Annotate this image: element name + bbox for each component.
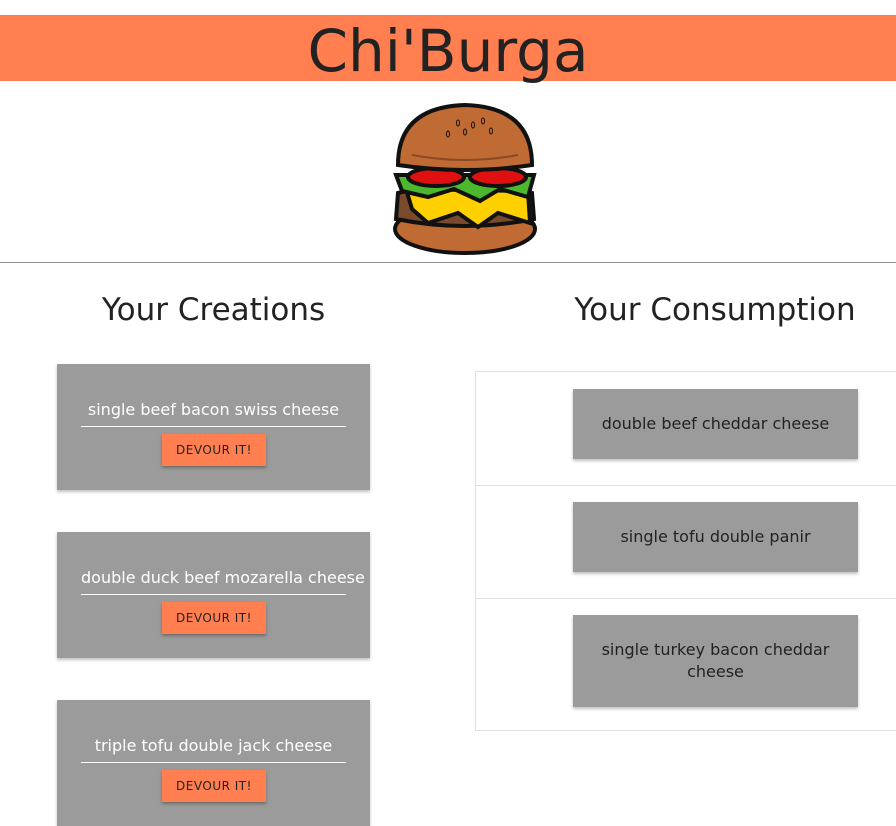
consumption-title: Your Consumption xyxy=(574,292,856,328)
consumption-row: single turkey bacon cheddar cheese xyxy=(476,598,896,730)
devour-button[interactable]: DEVOUR IT! xyxy=(162,434,266,466)
consumed-burger-card: single turkey bacon cheddar cheese xyxy=(573,615,858,707)
site-title: Chi'Burga xyxy=(307,17,589,85)
devour-button[interactable]: DEVOUR IT! xyxy=(162,602,266,634)
consumption-row: double beef cheddar cheese xyxy=(476,372,896,486)
creation-name: double duck beef mozarella cheese xyxy=(81,566,365,595)
consumed-burger-card: double beef cheddar cheese xyxy=(573,389,858,459)
creation-name: triple tofu double jack cheese xyxy=(81,734,346,763)
devour-button[interactable]: DEVOUR IT! xyxy=(162,770,266,802)
creation-card: single beef bacon swiss cheese DEVOUR IT… xyxy=(57,364,370,490)
header-divider xyxy=(0,262,896,263)
consumption-list: double beef cheddar cheese single tofu d… xyxy=(475,371,896,731)
creation-card: triple tofu double jack cheese DEVOUR IT… xyxy=(57,700,370,826)
consumption-row: single tofu double panir xyxy=(476,485,896,599)
burger-icon xyxy=(393,102,537,255)
creation-card: double duck beef mozarella cheese DEVOUR… xyxy=(57,532,370,658)
consumed-burger-card: single tofu double panir xyxy=(573,502,858,572)
creations-title: Your Creations xyxy=(101,292,326,328)
header-bar: Chi'Burga xyxy=(0,15,896,85)
creation-name: single beef bacon swiss cheese xyxy=(81,398,346,427)
